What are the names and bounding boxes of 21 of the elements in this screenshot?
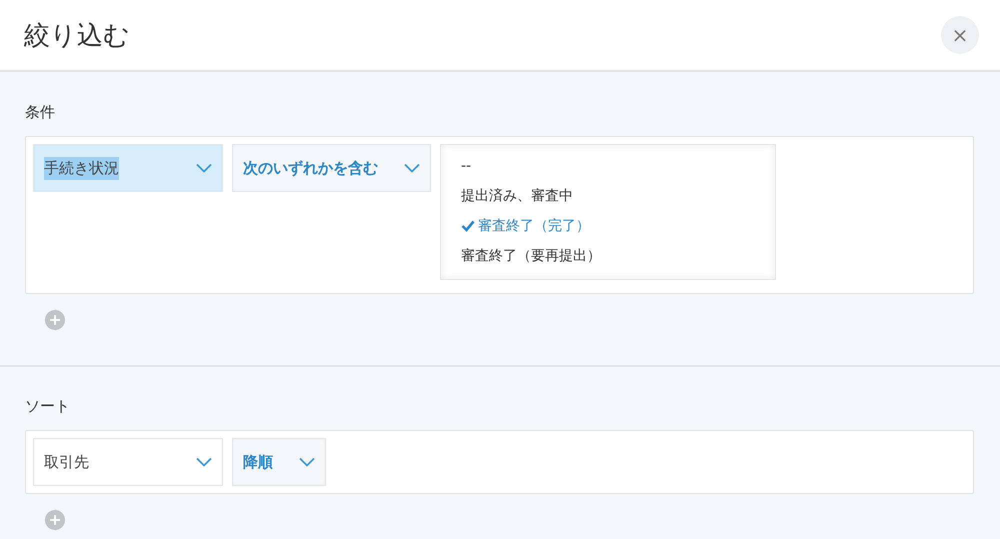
option-item[interactable]: 審査終了（完了）: [461, 211, 590, 241]
add-button[interactable]: [45, 510, 65, 530]
plus-icon: [50, 315, 60, 325]
chevron-down-icon: [196, 163, 212, 173]
chevron-down-icon: [196, 457, 212, 467]
option-item[interactable]: 提出済み、審査中: [461, 181, 573, 211]
chevron-down-icon: [299, 457, 315, 467]
dialog-title: 絞り込む: [24, 20, 130, 52]
plus-icon: [50, 515, 60, 525]
dropdown[interactable]: 次のいずれかを含む: [232, 144, 431, 192]
chevron-down-icon: [404, 163, 420, 173]
option-item[interactable]: --: [461, 151, 472, 181]
dropdown[interactable]: 取引先: [33, 438, 223, 486]
close-button[interactable]: ×: [941, 16, 979, 54]
check-icon: [461, 220, 475, 232]
section-label: ソート: [25, 396, 70, 416]
dropdown[interactable]: 手続き状況: [33, 144, 223, 192]
option-item[interactable]: 審査終了（要再提出）: [461, 241, 601, 271]
dropdown[interactable]: 降順: [232, 438, 326, 486]
add-button[interactable]: [45, 310, 65, 330]
section-label: 条件: [25, 102, 55, 122]
